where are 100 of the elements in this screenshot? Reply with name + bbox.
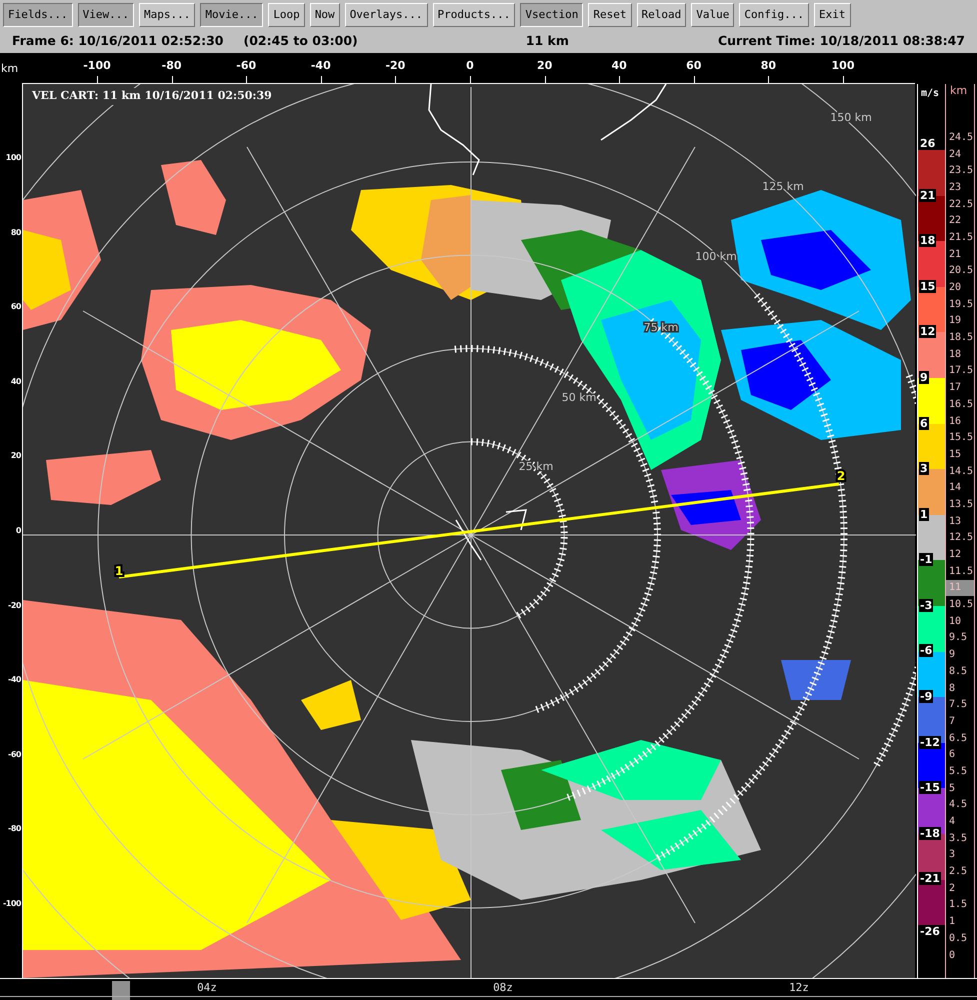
height-level: 7 — [948, 714, 956, 729]
height-level: 21.5 — [948, 230, 974, 245]
toolbar-button[interactable]: Movie... — [200, 3, 264, 27]
height-level: 12.5 — [948, 531, 974, 546]
velocity-label: -26 — [919, 925, 941, 938]
height-level: 8.5 — [948, 664, 968, 679]
y-axis-label: -80 — [8, 825, 21, 834]
height-level: 12 — [948, 548, 962, 562]
velocity-label: -9 — [919, 690, 934, 704]
velocity-label: -18 — [919, 826, 941, 840]
height-level: 16 — [948, 414, 962, 429]
x-axis-label: -60 — [236, 60, 256, 71]
height-level: 21 — [948, 248, 962, 262]
height-level: 14.5 — [948, 464, 974, 479]
toolbar-button[interactable]: Reset — [588, 3, 632, 27]
x-axis-label: 60 — [686, 60, 702, 71]
axis-unit: km — [1, 61, 18, 77]
height-label: 11 km — [526, 32, 569, 50]
velocity-label: 12 — [919, 325, 936, 338]
height-unit: km — [949, 84, 968, 98]
toolbar-button[interactable]: Reload — [636, 3, 686, 27]
height-level: 14 — [948, 481, 962, 496]
velocity-label: 26 — [919, 137, 936, 150]
height-level: 5.5 — [948, 764, 968, 779]
toolbar-button[interactable]: Overlays... — [344, 3, 428, 27]
height-level: 7.5 — [948, 698, 968, 712]
velocity-unit: m/s — [921, 87, 940, 101]
height-level: 2.5 — [948, 865, 968, 880]
height-level: 22.5 — [948, 198, 974, 212]
height-level: 6 — [948, 748, 956, 762]
x-axis-label: -40 — [310, 60, 331, 71]
y-axis-label: -40 — [8, 676, 21, 684]
toolbar-button[interactable]: Loop — [268, 3, 305, 27]
velocity-label: -21 — [919, 872, 941, 886]
height-level: 19 — [948, 314, 962, 328]
height-level: 22 — [948, 214, 962, 228]
x-axis-label: -20 — [385, 60, 406, 71]
velocity-label: 3 — [919, 462, 929, 476]
velocity-label: 15 — [919, 280, 936, 293]
height-level: 1.5 — [948, 898, 968, 912]
current-time: Current Time: 10/18/2011 08:38:47 — [718, 32, 965, 50]
height-level: 11 — [946, 580, 974, 596]
y-axis-label: -60 — [8, 750, 21, 759]
toolbar-button[interactable]: Maps... — [138, 3, 196, 27]
height-level: 20 — [948, 281, 962, 296]
height-level: 19.5 — [948, 298, 974, 312]
height-level: 18.5 — [948, 331, 974, 346]
y-axis-label: 40 — [10, 378, 21, 386]
height-level: 0 — [948, 948, 956, 963]
toolbar-button[interactable]: Vsection — [520, 3, 584, 27]
toolbar-button[interactable]: Config... — [739, 3, 809, 27]
height-level: 13.5 — [948, 498, 974, 512]
toolbar-button[interactable]: Products... — [432, 3, 516, 27]
height-level: 10 — [948, 614, 962, 629]
time-cursor[interactable] — [112, 981, 130, 1000]
timeline-label: 04z — [197, 980, 217, 996]
range-ring-label: 25 km — [518, 460, 554, 473]
x-axis-label: -100 — [83, 60, 111, 71]
velocity-label: -3 — [919, 598, 934, 612]
range-ring-label: 100 km — [695, 250, 737, 263]
y-axis-label: -100 — [2, 900, 21, 908]
plot-title: VEL CART: 11 km 10/16/2011 02:50:39 — [32, 88, 272, 104]
toolbar-button[interactable]: View... — [78, 3, 134, 27]
y-axis-label: 20 — [10, 452, 21, 460]
height-level: 23 — [948, 180, 962, 195]
y-axis-label: 100 — [6, 154, 21, 162]
height-level: 4.5 — [948, 798, 968, 812]
y-axis-label: 80 — [10, 228, 21, 237]
y-axis-label: 0 — [16, 527, 21, 535]
height-level: 9 — [948, 648, 956, 662]
timeline-label: 08z — [493, 980, 513, 996]
velocity-label: -12 — [919, 736, 941, 749]
range-ring-label: 125 km — [762, 180, 804, 193]
section-point-label: 1 — [114, 564, 124, 578]
velocity-label: 18 — [919, 234, 936, 248]
toolbar-button[interactable]: Fields... — [3, 3, 73, 27]
height-level: 23.5 — [948, 164, 974, 178]
height-level: 17.5 — [948, 364, 974, 378]
x-axis-label: 40 — [612, 60, 627, 71]
velocity-label: 9 — [919, 370, 929, 384]
height-level: 10.5 — [948, 598, 974, 612]
frame-time: Frame 6: 10/16/2011 02:52:30 — [12, 32, 224, 50]
velocity-label: 1 — [919, 508, 929, 521]
height-level: 16.5 — [948, 398, 974, 412]
height-level: 0.5 — [948, 932, 968, 946]
height-level: 3 — [948, 848, 956, 862]
x-axis-label: -80 — [162, 60, 182, 71]
height-level: 1 — [948, 915, 956, 930]
height-level: 4 — [948, 815, 956, 830]
height-level: 24.5 — [948, 130, 974, 145]
height-level: 15 — [948, 448, 962, 462]
toolbar-button[interactable]: Value — [691, 3, 734, 27]
height-level: 13 — [948, 514, 962, 529]
x-axis-label: 80 — [760, 60, 776, 71]
toolbar-button[interactable]: Now — [310, 3, 340, 27]
toolbar-button[interactable]: Exit — [814, 3, 850, 27]
range-ring-label: 50 km — [562, 391, 596, 404]
timeline-label: 12z — [789, 980, 809, 996]
height-level: 3.5 — [948, 832, 968, 846]
height-level: 2 — [948, 882, 956, 896]
